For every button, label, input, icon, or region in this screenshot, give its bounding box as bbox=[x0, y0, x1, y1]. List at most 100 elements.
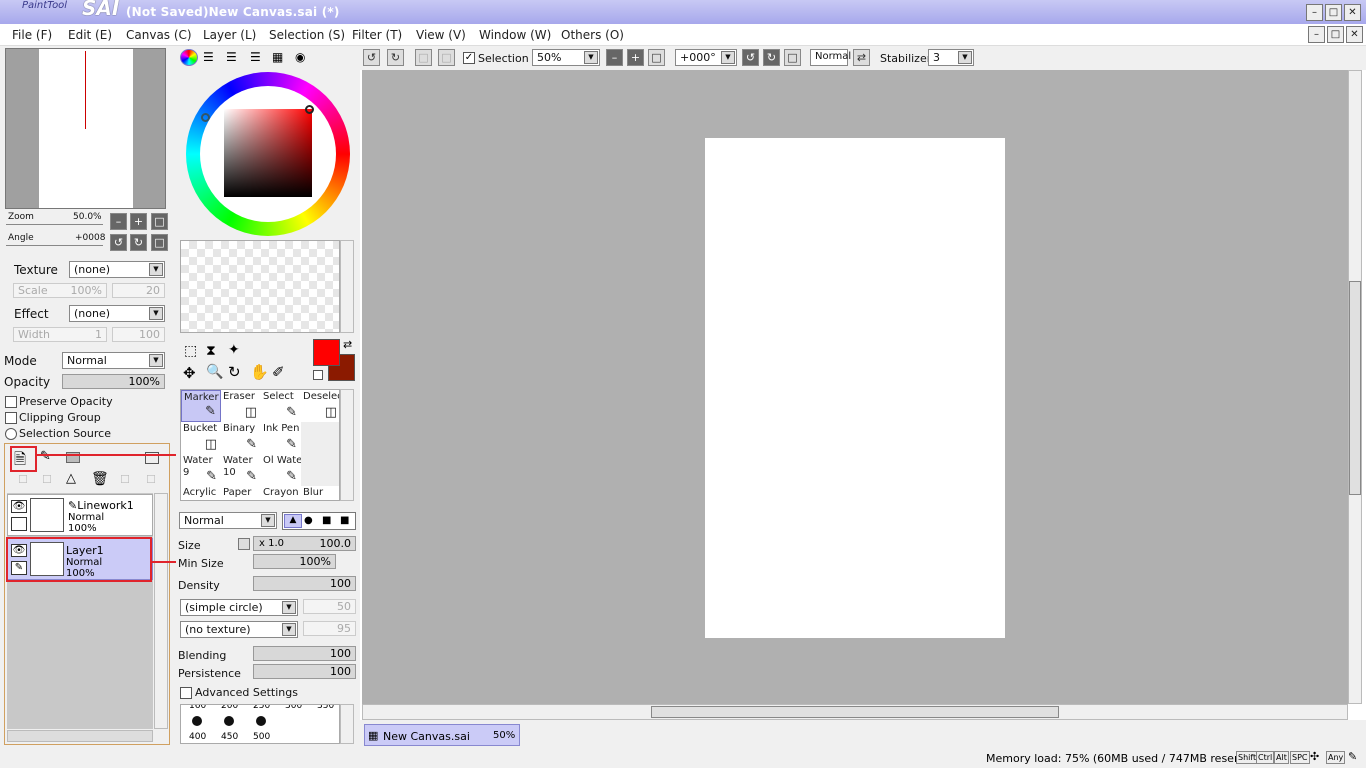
doc-close-button[interactable]: ✕ bbox=[1346, 26, 1363, 43]
zoom-out-icon[interactable]: – bbox=[110, 213, 127, 230]
hsv-slider-tab-icon[interactable]: ☰ bbox=[226, 50, 237, 64]
minimize-button[interactable]: – bbox=[1306, 4, 1323, 21]
blending-slider[interactable]: 100 bbox=[253, 646, 356, 661]
tool-binary[interactable]: Binary ✎ bbox=[221, 422, 261, 454]
canvas-hscrollbar[interactable] bbox=[362, 704, 1348, 720]
hscroll-thumb[interactable] bbox=[651, 706, 1059, 718]
reset-colors-icon[interactable] bbox=[313, 370, 323, 380]
rect-select-icon[interactable]: ⬚ bbox=[184, 343, 197, 359]
eye-icon[interactable]: 👁 bbox=[11, 500, 27, 513]
magic-wand-icon[interactable]: ✦ bbox=[228, 342, 240, 358]
tab-new-canvas[interactable]: ▦ New Canvas.sai 50% bbox=[364, 724, 520, 746]
swatch-list-tab-icon[interactable]: ☰ bbox=[250, 50, 261, 64]
redo-icon[interactable]: ↻ bbox=[387, 49, 404, 66]
brush-shape-selector[interactable]: ▲ ● ■ ■ bbox=[282, 512, 356, 530]
layer-scrollbar[interactable] bbox=[154, 493, 168, 729]
zoom-select[interactable]: 50% ▼ bbox=[532, 49, 600, 66]
menu-edit[interactable]: Edit (E) bbox=[68, 28, 112, 42]
brush-mode-select[interactable]: Normal ▼ bbox=[179, 512, 277, 529]
tool-scrollbar[interactable] bbox=[340, 389, 354, 501]
move-icon[interactable]: ✥ bbox=[183, 364, 196, 382]
min-size-slider[interactable]: 100% bbox=[253, 554, 336, 569]
canvas-vscrollbar[interactable] bbox=[1348, 70, 1362, 704]
clipping-group-checkbox[interactable] bbox=[5, 412, 17, 424]
flip-icon[interactable]: ⇄ bbox=[853, 49, 870, 66]
effect-select[interactable]: (none) ▼ bbox=[69, 305, 165, 322]
undo-icon[interactable]: ↺ bbox=[363, 49, 380, 66]
brush-texture-select[interactable]: (no texture) ▼ bbox=[180, 621, 298, 638]
zoom-reset-icon[interactable]: □ bbox=[151, 213, 168, 230]
rotate-ccw-button[interactable]: ↺ bbox=[742, 49, 759, 66]
tool-acrylic[interactable]: Acrylic bbox=[181, 486, 221, 500]
angle-select[interactable]: +000° ▼ bbox=[675, 49, 737, 66]
menu-layer[interactable]: Layer (L) bbox=[203, 28, 256, 42]
brush-size-preset[interactable]: 500 bbox=[245, 711, 277, 743]
size-lock-icon[interactable] bbox=[238, 538, 250, 550]
brush-size-slider[interactable]: x 1.0 100.0 bbox=[253, 536, 356, 551]
rotate-reset-icon[interactable]: □ bbox=[151, 234, 168, 251]
rotate-reset-button[interactable]: □ bbox=[784, 49, 801, 66]
saturation-value-square[interactable] bbox=[224, 109, 312, 197]
scratchpad-tab-icon[interactable]: ◉ bbox=[295, 50, 305, 64]
doc-maximize-button[interactable]: □ bbox=[1327, 26, 1344, 43]
menu-view[interactable]: View (V) bbox=[416, 28, 466, 42]
preserve-opacity-checkbox[interactable] bbox=[5, 396, 17, 408]
zoom-out-button[interactable]: – bbox=[606, 49, 623, 66]
tool-bucket[interactable]: Bucket ◫ bbox=[181, 422, 221, 454]
canvas-paper[interactable] bbox=[705, 138, 1005, 638]
tool-paper[interactable]: Paper bbox=[221, 486, 261, 500]
layer-row[interactable]: 👁 ✎Linework1 Normal 100% bbox=[7, 494, 153, 536]
selection-checkbox[interactable]: ✓ bbox=[463, 52, 475, 64]
brush-shape-select[interactable]: (simple circle) ▼ bbox=[180, 599, 298, 616]
brush-size-preset[interactable]: 450 bbox=[213, 711, 245, 743]
primary-color-swatch[interactable] bbox=[313, 339, 340, 366]
rotate-icon[interactable]: ↻ bbox=[228, 363, 241, 381]
stabilizer-select[interactable]: 3 ▼ bbox=[928, 49, 974, 66]
tool-water-10[interactable]: Water 10 ✎ bbox=[221, 454, 261, 486]
new-linework-layer-icon[interactable]: ✎ bbox=[40, 449, 51, 464]
zoom-in-button[interactable]: + bbox=[627, 49, 644, 66]
persistence-slider[interactable]: 100 bbox=[253, 664, 356, 679]
swap-colors-icon[interactable]: ⇄ bbox=[343, 338, 352, 351]
vscroll-thumb[interactable] bbox=[1349, 281, 1361, 495]
rotate-cw-button[interactable]: ↻ bbox=[763, 49, 780, 66]
scratchpad-scrollbar[interactable] bbox=[340, 240, 354, 333]
menu-selection[interactable]: Selection (S) bbox=[269, 28, 345, 42]
hue-handle[interactable] bbox=[201, 113, 210, 122]
color-picker-handle[interactable] bbox=[305, 105, 314, 114]
zoom-fit-button[interactable]: □ bbox=[648, 49, 665, 66]
eyedropper-icon[interactable]: ✐ bbox=[272, 363, 285, 381]
tool-deselect[interactable]: Deselect◫ bbox=[301, 390, 339, 422]
delete-layer-icon[interactable]: 🗑 bbox=[91, 471, 109, 487]
selection-source-radio[interactable] bbox=[5, 428, 17, 440]
doc-minimize-button[interactable]: – bbox=[1308, 26, 1325, 43]
density-slider[interactable]: 100 bbox=[253, 576, 356, 591]
zoom-slider[interactable] bbox=[6, 224, 103, 225]
view-mode-select[interactable]: Normal bbox=[810, 49, 851, 66]
color-wheel-tab-icon[interactable] bbox=[180, 49, 198, 66]
menu-others[interactable]: Others (O) bbox=[561, 28, 624, 42]
lasso-icon[interactable]: ⧗ bbox=[206, 343, 216, 359]
tool-water-9[interactable]: Water 9 ✎ bbox=[181, 454, 221, 486]
zoom-in-icon[interactable]: + bbox=[130, 213, 147, 230]
tool-blur[interactable]: Blur bbox=[301, 486, 339, 500]
navigator-preview[interactable] bbox=[5, 48, 166, 209]
layer-mode-select[interactable]: Normal ▼ bbox=[62, 352, 165, 369]
tool-eraser[interactable]: Eraser ◫ bbox=[221, 390, 261, 422]
swatch-tab-icon[interactable]: ▦ bbox=[272, 50, 283, 64]
angle-slider[interactable] bbox=[6, 245, 103, 246]
scratchpad[interactable] bbox=[180, 240, 340, 333]
tool-ink-pen[interactable]: Ink Pen ✎ bbox=[261, 422, 301, 454]
tool-select[interactable]: Select ✎ bbox=[261, 390, 301, 422]
zoom-icon[interactable]: 🔍 bbox=[206, 364, 223, 380]
texture-select[interactable]: (none) ▼ bbox=[69, 261, 165, 278]
layer-opacity-slider[interactable]: 100% bbox=[62, 374, 165, 389]
maximize-button[interactable]: □ bbox=[1325, 4, 1342, 21]
preset-scrollbar[interactable] bbox=[340, 704, 354, 744]
menu-canvas[interactable]: Canvas (C) bbox=[126, 28, 192, 42]
lock-icon[interactable] bbox=[11, 517, 27, 531]
brush-size-preset[interactable]: 400 bbox=[181, 711, 213, 743]
close-button[interactable]: ✕ bbox=[1344, 4, 1361, 21]
menu-filter[interactable]: Filter (T) bbox=[352, 28, 402, 42]
clear-layer-icon[interactable]: △ bbox=[66, 471, 76, 486]
